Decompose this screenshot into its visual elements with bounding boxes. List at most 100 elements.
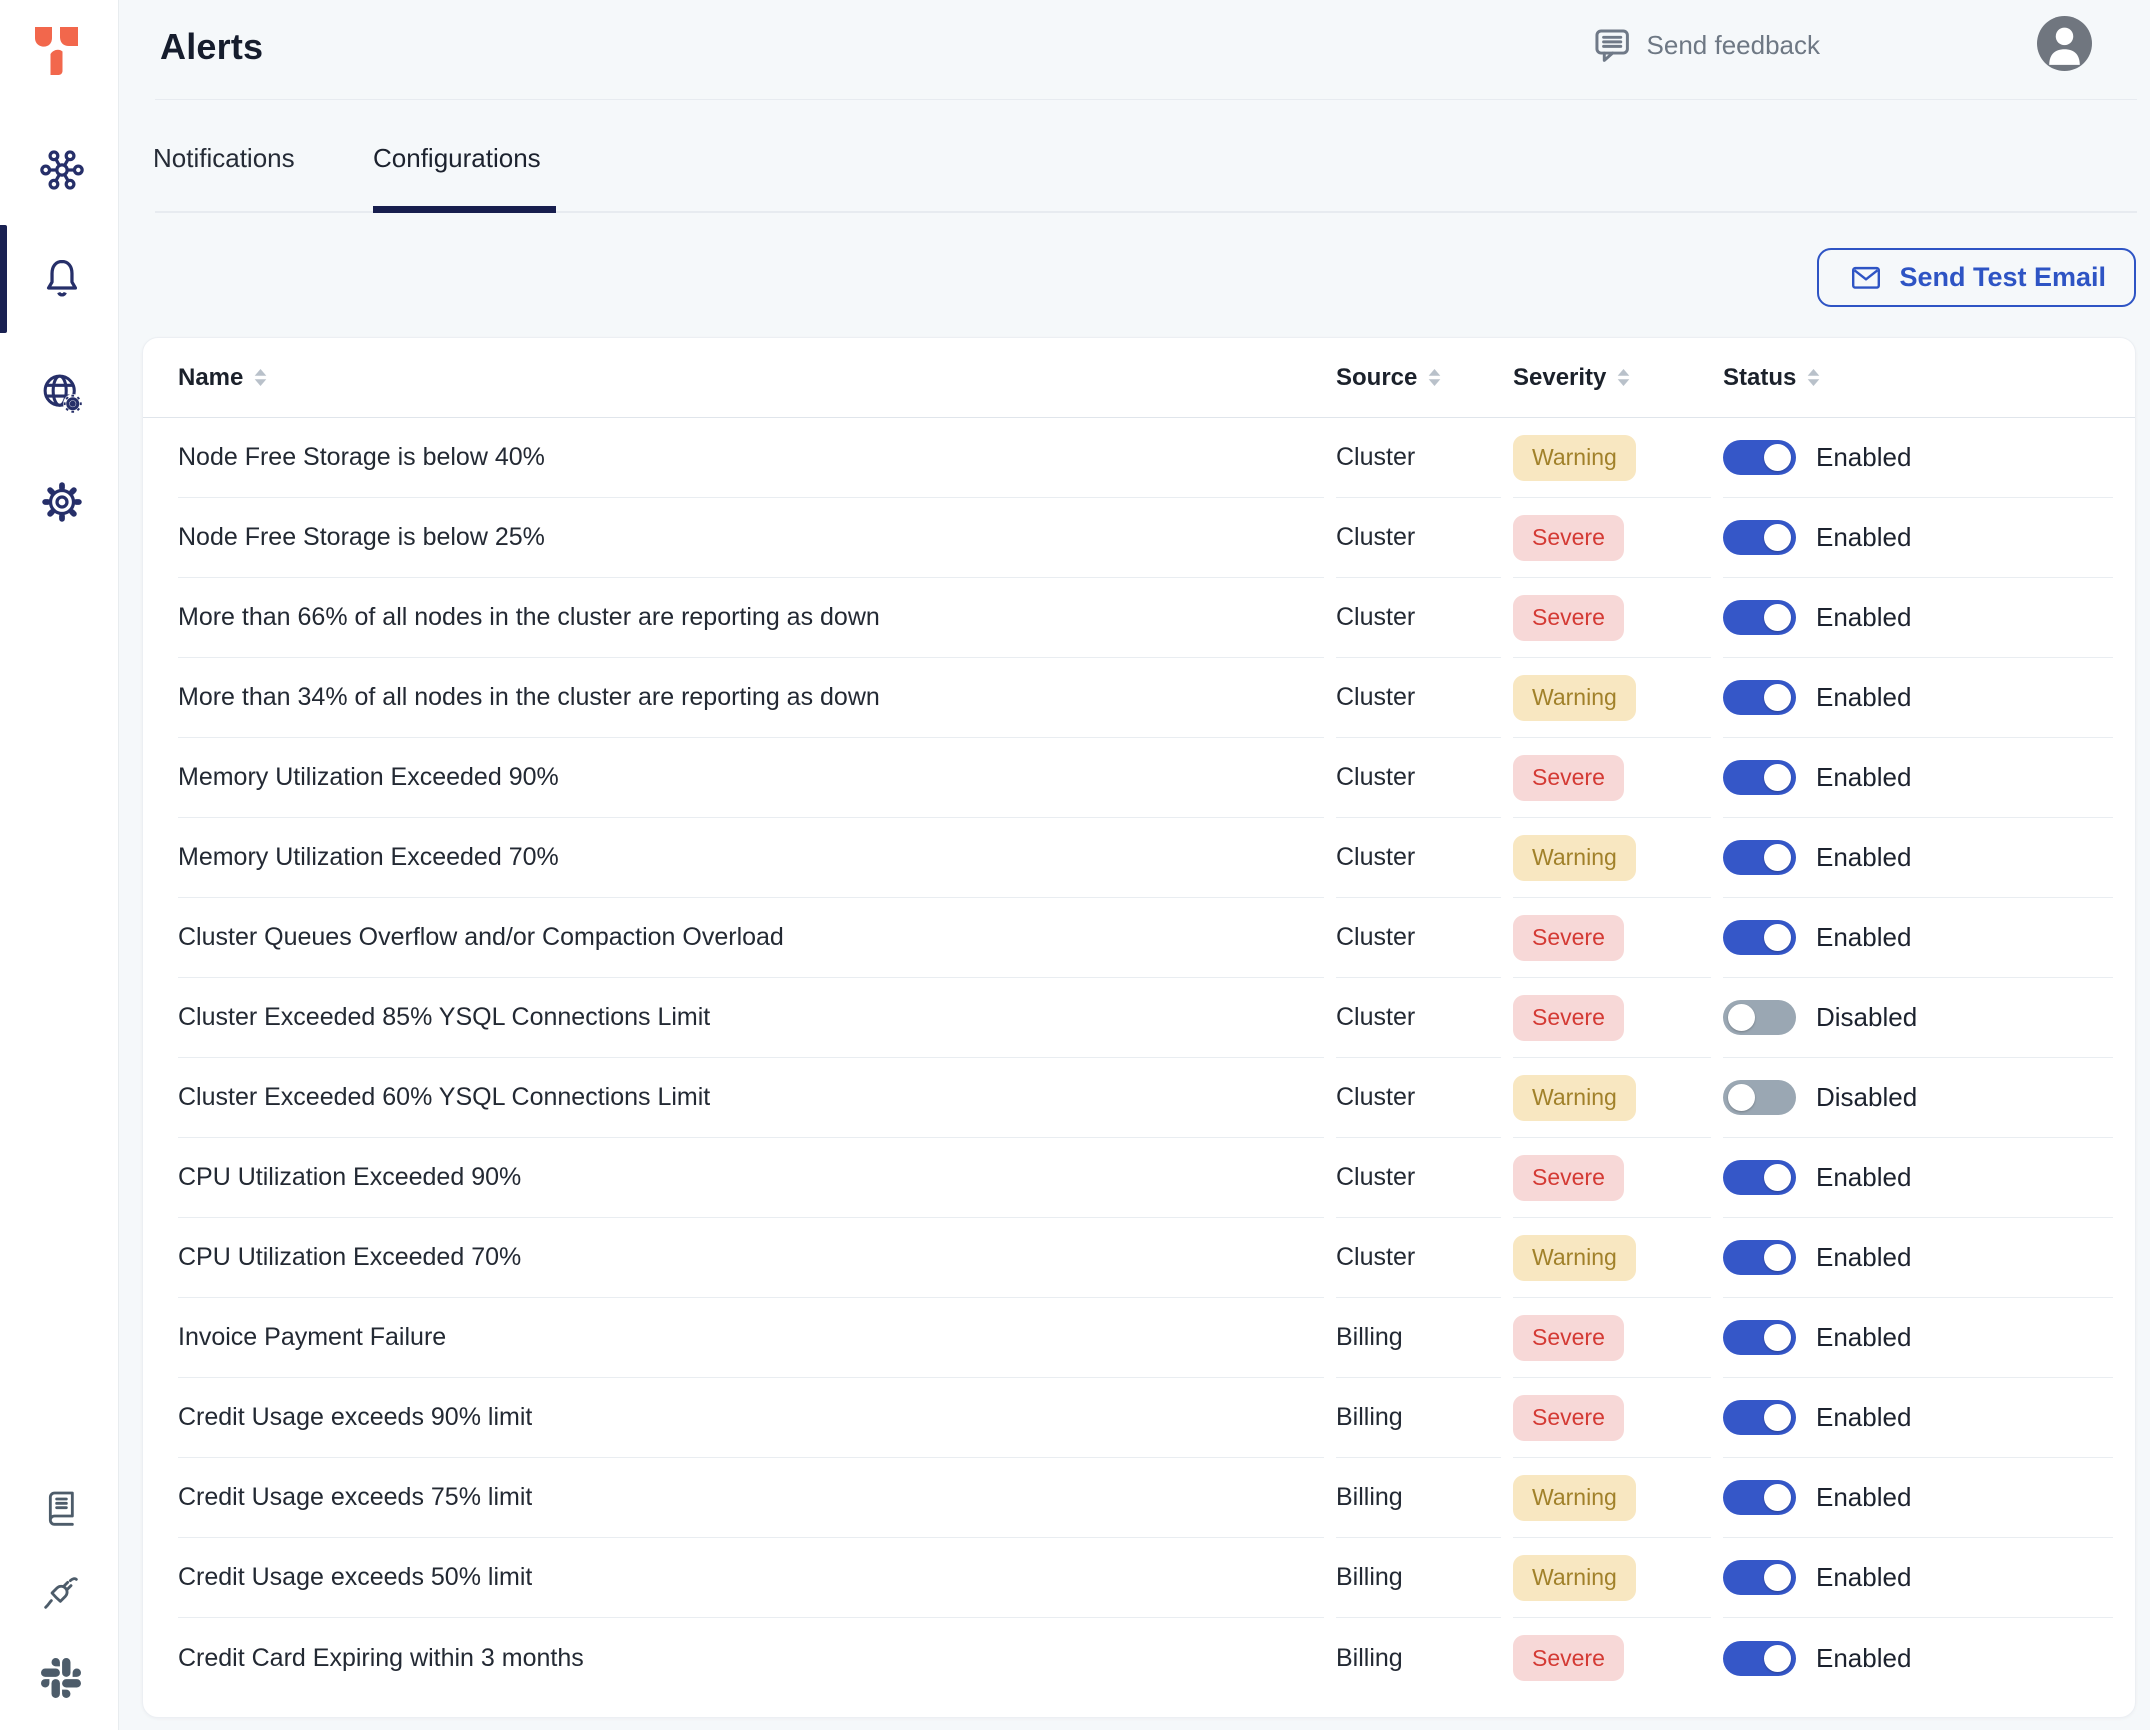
status-label: Enabled [1816,602,1911,633]
active-nav-indicator [0,225,7,333]
send-feedback-label: Send feedback [1647,30,1820,61]
toggle-knob [1764,684,1791,711]
alert-source: Cluster [1336,1003,1415,1032]
integrations-plug-icon[interactable] [41,1572,81,1612]
severity-badge: Warning [1513,1555,1636,1601]
severity-badge: Severe [1513,1155,1624,1201]
sidebar [0,0,119,1730]
alert-name: CPU Utilization Exceeded 70% [178,1243,521,1272]
alert-source: Cluster [1336,523,1415,552]
email-icon [1847,262,1885,294]
severity-badge: Severe [1513,515,1624,561]
toggle-knob [1764,1484,1791,1511]
status-toggle[interactable] [1723,600,1796,635]
status-label: Enabled [1816,522,1911,553]
status-toggle[interactable] [1723,920,1796,955]
status-toggle[interactable] [1723,1000,1796,1035]
table-row: Credit Usage exceeds 50% limitBillingWar… [143,1538,2135,1618]
status-label: Enabled [1816,1162,1911,1193]
status-toggle[interactable] [1723,440,1796,475]
alert-name: Memory Utilization Exceeded 90% [178,763,559,792]
sort-icon [1616,368,1631,387]
toggle-knob [1764,444,1791,471]
severity-badge: Warning [1513,1075,1636,1121]
alert-name: Memory Utilization Exceeded 70% [178,843,559,872]
table-row: More than 34% of all nodes in the cluste… [143,658,2135,738]
settings-gear-icon[interactable] [39,479,85,525]
toggle-knob [1764,1404,1791,1431]
severity-badge: Severe [1513,755,1624,801]
toggle-knob [1764,764,1791,791]
alert-name: Cluster Queues Overflow and/or Compactio… [178,923,784,952]
status-toggle[interactable] [1723,1480,1796,1515]
status-label: Disabled [1816,1082,1917,1113]
feedback-chat-icon [1591,24,1633,66]
alert-source: Billing [1336,1403,1403,1432]
toggle-knob [1764,524,1791,551]
toggle-knob [1764,604,1791,631]
status-label: Enabled [1816,1322,1911,1353]
sort-icon [253,368,268,387]
status-label: Disabled [1816,1002,1917,1033]
alert-name: Cluster Exceeded 85% YSQL Connections Li… [178,1003,710,1032]
alert-name: Cluster Exceeded 60% YSQL Connections Li… [178,1083,710,1112]
tab-configurations[interactable]: Configurations [373,143,541,174]
table-row: Memory Utilization Exceeded 70% Cluster Wa… [143,818,2135,898]
status-label: Enabled [1816,1242,1911,1273]
toggle-knob [1764,1164,1791,1191]
alert-source: Cluster [1336,683,1415,712]
column-header-source[interactable]: Source [1336,338,1501,417]
docs-book-icon[interactable] [41,1488,81,1528]
yugabyte-logo[interactable] [33,27,83,75]
table-body: Node Free Storage is below 40%ClusterWar… [143,418,2135,1698]
status-toggle[interactable] [1723,1400,1796,1435]
status-toggle[interactable] [1723,1320,1796,1355]
status-toggle[interactable] [1723,1240,1796,1275]
alerts-bell-icon[interactable] [39,255,85,301]
status-toggle[interactable] [1723,1641,1796,1676]
alert-name: More than 34% of all nodes in the cluste… [178,683,880,712]
alert-source: Cluster [1336,1243,1415,1272]
alert-source: Billing [1336,1323,1403,1352]
page-title: Alerts [160,26,263,68]
column-header-name[interactable]: Name [178,338,1324,417]
severity-badge: Severe [1513,1315,1624,1361]
table-row: Cluster Queues Overflow and/or Compactio… [143,898,2135,978]
column-header-status[interactable]: Status [1723,338,2113,417]
alert-source: Cluster [1336,923,1415,952]
status-toggle[interactable] [1723,760,1796,795]
status-toggle[interactable] [1723,1080,1796,1115]
tab-notifications[interactable]: Notifications [153,143,295,174]
alert-name: Credit Card Expiring within 3 months [178,1644,584,1673]
status-toggle[interactable] [1723,840,1796,875]
network-globe-settings-icon[interactable] [39,370,85,416]
alert-source: Cluster [1336,843,1415,872]
severity-badge: Warning [1513,835,1636,881]
alert-name: CPU Utilization Exceeded 90% [178,1163,521,1192]
sort-icon [1427,368,1442,387]
status-toggle[interactable] [1723,520,1796,555]
status-toggle[interactable] [1723,1160,1796,1195]
severity-badge: Warning [1513,1475,1636,1521]
table-row: CPU Utilization Exceeded 70%ClusterWarni… [143,1218,2135,1298]
table-row: Node Free Storage is below 40%ClusterWar… [143,418,2135,498]
send-test-email-button[interactable]: Send Test Email [1817,248,2136,307]
toggle-knob [1764,1244,1791,1271]
column-header-severity[interactable]: Severity [1513,338,1711,417]
alert-name: Invoice Payment Failure [178,1323,446,1352]
send-feedback-button[interactable]: Send feedback [1591,24,1820,66]
status-toggle[interactable] [1723,1560,1796,1595]
alert-name: Credit Usage exceeds 90% limit [178,1403,532,1432]
toggle-knob [1764,844,1791,871]
toggle-knob [1764,1645,1791,1672]
slack-icon[interactable] [41,1658,81,1698]
clusters-network-icon[interactable] [39,147,85,193]
severity-badge: Warning [1513,435,1636,481]
status-label: Enabled [1816,922,1911,953]
severity-badge: Severe [1513,595,1624,641]
user-avatar-icon[interactable] [2037,16,2092,71]
status-toggle[interactable] [1723,680,1796,715]
status-label: Enabled [1816,762,1911,793]
status-label: Enabled [1816,1402,1911,1433]
toggle-knob [1764,1324,1791,1351]
